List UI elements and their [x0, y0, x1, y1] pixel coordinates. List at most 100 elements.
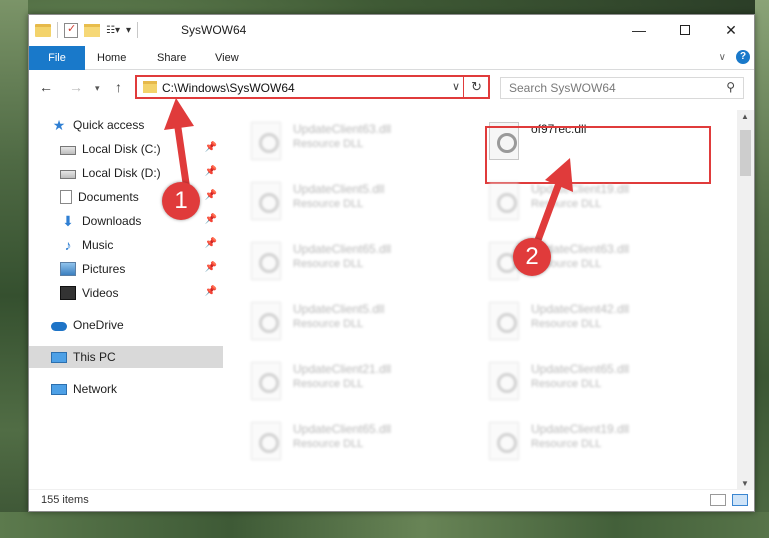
sidebar-item-network[interactable]: Network — [29, 378, 223, 400]
scroll-up-icon[interactable]: ▲ — [741, 112, 749, 121]
folder-icon — [143, 81, 157, 93]
scroll-thumb[interactable] — [740, 130, 751, 176]
sidebar-item-local-disk-c[interactable]: Local Disk (C:) 📌 — [29, 138, 223, 160]
item-count: 155 items — [41, 494, 89, 506]
properties-icon[interactable] — [64, 22, 78, 38]
pin-icon[interactable]: 📌 — [205, 286, 217, 297]
sidebar-item-label: Downloads — [82, 214, 142, 228]
forward-arrow-icon[interactable]: → — [69, 79, 83, 95]
tab-view[interactable]: View — [215, 46, 239, 70]
file-item[interactable]: UpdateClient42.dll Resource DLL — [485, 296, 705, 352]
window-title: SysWOW64 — [181, 23, 247, 37]
star-icon: ★ — [52, 117, 66, 133]
file-type: Resource DLL — [531, 198, 602, 210]
file-name: UpdateClient65.dll — [293, 242, 392, 256]
file-item[interactable]: UpdateClient19.dll Resource DLL — [485, 416, 705, 472]
explorer-window: ☷▾ ▾ SysWOW64 — ✕ File Home Share View ∨… — [28, 14, 755, 512]
maximize-button[interactable] — [662, 15, 708, 45]
search-input[interactable]: Search SysWOW64 ⚲ — [500, 77, 744, 99]
file-item[interactable]: UpdateClient19.dll Resource DLL — [485, 176, 705, 232]
sidebar-item-videos[interactable]: Videos 📌 — [29, 282, 223, 304]
sidebar-item-onedrive[interactable]: OneDrive — [29, 314, 223, 336]
tab-share[interactable]: Share — [157, 46, 186, 70]
ribbon-right-controls: ∨ ? — [719, 50, 750, 64]
pin-icon[interactable]: 📌 — [205, 190, 217, 201]
file-name: UpdateClient65.dll — [531, 362, 630, 376]
sidebar-item-quick-access[interactable]: ★ Quick access — [29, 114, 223, 136]
dll-file-icon — [489, 302, 519, 340]
dll-file-icon — [489, 182, 519, 220]
address-path[interactable]: C:\Windows\SysWOW64 — [162, 81, 295, 95]
file-type: Resource DLL — [531, 318, 602, 330]
desktop-background-right — [755, 0, 769, 538]
file-item[interactable]: UpdateClient5.dll Resource DLL — [247, 176, 467, 232]
new-folder-icon[interactable] — [84, 23, 100, 37]
file-item[interactable]: UpdateClient65.dll Resource DLL — [247, 416, 467, 472]
videos-icon — [60, 286, 76, 300]
tab-file[interactable]: File — [29, 46, 85, 70]
refresh-icon[interactable]: ↻ — [471, 79, 482, 95]
sidebar-item-label: OneDrive — [73, 318, 124, 332]
pin-icon[interactable]: 📌 — [205, 214, 217, 225]
toolbar-separator — [137, 22, 139, 38]
file-item[interactable]: UpdateClient21.dll Resource DLL — [247, 356, 467, 412]
file-type: Resource DLL — [293, 438, 364, 450]
file-name: UpdateClient42.dll — [531, 302, 630, 316]
file-name: UpdateClient5.dll — [293, 302, 385, 316]
sidebar-item-this-pc[interactable]: This PC — [29, 346, 223, 368]
dll-file-icon — [251, 302, 281, 340]
up-arrow-icon[interactable]: ↑ — [115, 79, 122, 95]
status-bar: 155 items — [29, 489, 754, 511]
minimize-button[interactable]: — — [616, 15, 662, 45]
pin-icon[interactable]: 📌 — [205, 166, 217, 177]
recent-locations-icon[interactable]: ▾ — [95, 83, 100, 94]
file-name: UpdateClient65.dll — [293, 422, 392, 436]
address-dropdown-icon[interactable]: ∨ — [452, 80, 460, 93]
sidebar-item-music[interactable]: ♪ Music 📌 — [29, 234, 223, 256]
file-item[interactable]: UpdateClient65.dll Resource DLL — [485, 356, 705, 412]
dll-file-icon — [251, 182, 281, 220]
sidebar-item-label: Local Disk (C:) — [82, 142, 161, 156]
sidebar-item-label: Network — [73, 382, 118, 396]
toolbar-separator — [57, 22, 58, 38]
folder-icon — [35, 23, 51, 37]
scroll-down-icon[interactable]: ▼ — [741, 479, 749, 488]
search-icon[interactable]: ⚲ — [726, 80, 735, 94]
file-name: UpdateClient5.dll — [293, 182, 385, 196]
details-view-icon[interactable] — [710, 494, 726, 506]
download-icon: ⬇ — [62, 213, 74, 229]
sidebar-item-label: Quick access — [73, 118, 145, 132]
file-type: Resource DLL — [531, 438, 602, 450]
close-button[interactable]: ✕ — [708, 15, 754, 45]
view-switcher — [710, 494, 748, 506]
tab-home[interactable]: Home — [97, 46, 126, 70]
expand-ribbon-icon[interactable]: ∨ — [719, 52, 726, 63]
help-icon[interactable]: ? — [736, 50, 750, 64]
pin-icon[interactable]: 📌 — [205, 238, 217, 249]
address-bar[interactable]: C:\Windows\SysWOW64 ∨ ↻ — [135, 75, 490, 99]
pin-icon[interactable]: 📌 — [205, 262, 217, 273]
vertical-scrollbar[interactable]: ▲ ▼ — [737, 110, 754, 490]
drive-icon — [60, 170, 76, 179]
sidebar-item-label: Documents — [78, 190, 139, 204]
file-name: UpdateClient19.dll — [531, 182, 630, 196]
file-item[interactable]: UpdateClient63.dll Resource DLL — [247, 116, 467, 172]
pictures-icon — [60, 262, 76, 276]
file-name: UpdateClient63.dll — [293, 122, 392, 136]
dll-file-icon — [489, 362, 519, 400]
file-type: Resource DLL — [531, 378, 602, 390]
file-name: UpdateClient21.dll — [293, 362, 392, 376]
sidebar-item-label: This PC — [73, 350, 116, 364]
sidebar-item-pictures[interactable]: Pictures 📌 — [29, 258, 223, 280]
customize-toolbar-icon[interactable]: ☷▾ — [106, 25, 120, 36]
sidebar-item-label: Pictures — [82, 262, 126, 276]
qat-dropdown-icon[interactable]: ▾ — [126, 25, 131, 36]
file-item[interactable]: UpdateClient5.dll Resource DLL — [247, 296, 467, 352]
back-arrow-icon[interactable]: ← — [39, 79, 53, 95]
file-type: Resource DLL — [293, 198, 364, 210]
search-placeholder: Search SysWOW64 — [509, 81, 616, 95]
large-icons-view-icon[interactable] — [732, 494, 748, 506]
pin-icon[interactable]: 📌 — [205, 142, 217, 153]
file-item[interactable]: UpdateClient65.dll Resource DLL — [247, 236, 467, 292]
sidebar-item-local-disk-d[interactable]: Local Disk (D:) 📌 — [29, 162, 223, 184]
